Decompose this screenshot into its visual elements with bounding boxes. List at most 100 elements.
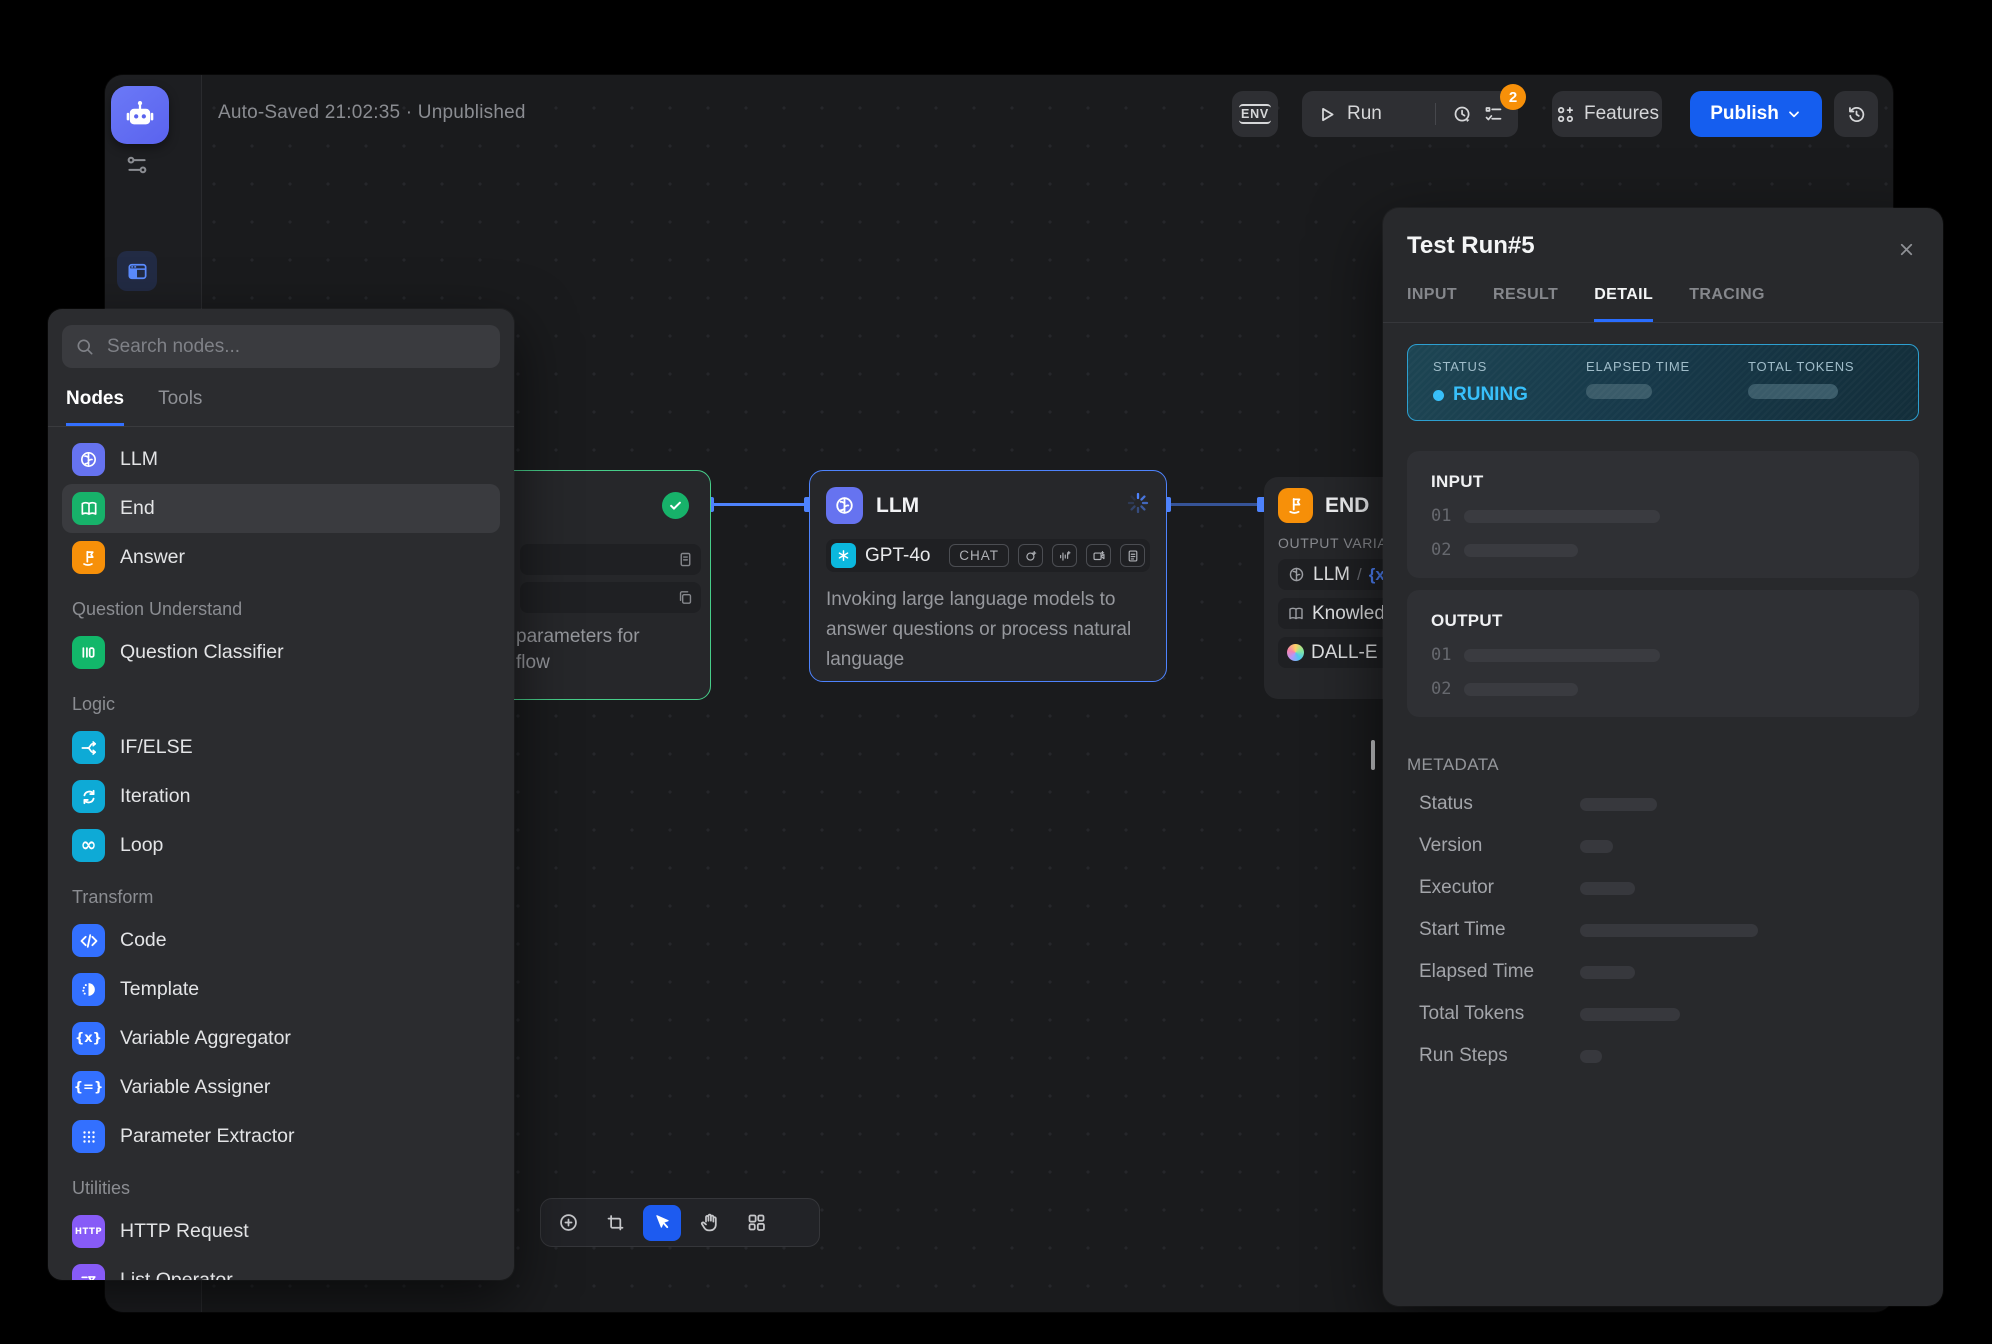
status-value: RUNING — [1453, 384, 1528, 406]
node-item-iteration[interactable]: Iteration — [62, 772, 500, 821]
features-icon — [1555, 104, 1576, 125]
braces-x-icon: {x} — [72, 1022, 105, 1055]
openai-logo-icon — [831, 543, 856, 568]
checklist-icon[interactable] — [1483, 104, 1504, 125]
section-header: Logic — [62, 677, 500, 723]
node-item-parameter-extractor[interactable]: Parameter Extractor — [62, 1112, 500, 1161]
divider — [1435, 103, 1436, 125]
node-item-answer[interactable]: Answer — [62, 533, 500, 582]
hand-mode-button[interactable] — [690, 1205, 728, 1241]
autosave-status: Auto-Saved 21:02:35 · Unpublished — [218, 102, 526, 124]
metadata-title: METADATA — [1407, 755, 1919, 775]
meta-row-status: Status — [1407, 783, 1919, 825]
env-icon: ENV — [1239, 104, 1271, 124]
infinity-icon: ∞ — [72, 829, 105, 862]
node-search-input[interactable] — [105, 335, 487, 359]
close-button[interactable] — [1891, 234, 1921, 264]
tab-nodes[interactable]: Nodes — [66, 388, 124, 426]
input-skeleton — [1464, 544, 1578, 557]
checklist-count-badge: 2 — [1500, 84, 1526, 110]
edge-llm-end — [1167, 503, 1264, 506]
node-item-loop[interactable]: ∞ Loop — [62, 821, 500, 870]
dalle-logo-icon — [1287, 644, 1304, 661]
elapsed-skeleton — [1586, 384, 1652, 399]
tab-tools[interactable]: Tools — [158, 388, 202, 426]
meta-row-version: Version — [1407, 825, 1919, 867]
tab-detail[interactable]: DETAIL — [1594, 286, 1653, 322]
dots-grid-icon — [72, 1120, 105, 1153]
publish-button[interactable]: Publish — [1690, 91, 1822, 137]
document-capability-icon — [1120, 544, 1145, 567]
canvas-toolbar — [540, 1198, 820, 1247]
play-icon — [1316, 104, 1337, 125]
model-name: GPT-4o — [865, 545, 930, 567]
meta-skeleton — [1580, 924, 1758, 937]
node-item-question-classifier[interactable]: Question Classifier — [62, 628, 500, 677]
node-item-if-else[interactable]: IF/ELSE — [62, 723, 500, 772]
node-search[interactable] — [62, 325, 500, 368]
panel-view-icon[interactable] — [117, 251, 157, 291]
add-note-button[interactable] — [596, 1205, 634, 1241]
start-node-field[interactable] — [520, 582, 701, 613]
status-label: STATUS — [1433, 359, 1586, 374]
classifier-icon — [72, 636, 105, 669]
success-check-icon — [662, 492, 689, 519]
node-item-variable-aggregator[interactable]: {x} Variable Aggregator — [62, 1014, 500, 1063]
node-item-list-operator[interactable]: List Operator — [62, 1256, 500, 1280]
meta-skeleton — [1580, 840, 1613, 853]
run-history-icon[interactable] — [1452, 104, 1473, 125]
section-header: Utilities — [62, 1161, 500, 1207]
divider — [48, 426, 514, 427]
node-item-end[interactable]: End — [62, 484, 500, 533]
cycle-icon — [72, 780, 105, 813]
pointer-mode-button[interactable] — [643, 1205, 681, 1241]
template-icon — [72, 973, 105, 1006]
meta-skeleton — [1580, 1050, 1602, 1063]
app-robot-icon[interactable] — [111, 86, 169, 144]
node-item-http-request[interactable]: HTTP HTTP Request — [62, 1207, 500, 1256]
divider — [1383, 322, 1943, 323]
end-node-title: END — [1325, 494, 1369, 518]
input-title: INPUT — [1431, 472, 1895, 492]
output-title: OUTPUT — [1431, 611, 1895, 631]
tokens-skeleton — [1748, 384, 1838, 399]
meta-row-run-steps: Run Steps — [1407, 1035, 1919, 1077]
start-node-description-line2: flow — [516, 652, 550, 674]
start-node-description-line1: parameters for — [516, 626, 640, 648]
start-node-field[interactable] — [520, 544, 701, 575]
tab-input[interactable]: INPUT — [1407, 286, 1457, 322]
node-item-variable-assigner[interactable]: {=} Variable Assigner — [62, 1063, 500, 1112]
organize-layout-button[interactable] — [737, 1205, 775, 1241]
video-capability-icon — [1086, 544, 1111, 567]
meta-skeleton — [1580, 882, 1635, 895]
loading-spinner-icon — [1126, 491, 1150, 515]
workflow-steps-icon[interactable] — [124, 152, 150, 178]
brain-icon — [826, 487, 863, 524]
node-palette-panel: Nodes Tools LLM End Answer Question Unde… — [48, 309, 514, 1280]
add-node-button[interactable] — [549, 1205, 587, 1241]
env-button[interactable]: ENV — [1232, 91, 1278, 137]
tab-result[interactable]: RESULT — [1493, 286, 1558, 322]
version-history-button[interactable] — [1834, 91, 1878, 137]
node-item-template[interactable]: Template — [62, 965, 500, 1014]
close-icon — [1897, 240, 1916, 259]
meta-row-total-tokens: Total Tokens — [1407, 993, 1919, 1035]
test-run-panel: Test Run#5 INPUT RESULT DETAIL TRACING S… — [1383, 208, 1943, 1306]
filter-list-icon — [72, 1264, 105, 1280]
section-header: Transform — [62, 870, 500, 916]
tab-tracing[interactable]: TRACING — [1689, 286, 1765, 322]
meta-row-executor: Executor — [1407, 867, 1919, 909]
run-button[interactable]: Run — [1347, 103, 1382, 125]
meta-skeleton — [1580, 1008, 1680, 1021]
chat-mode-tag: CHAT — [949, 544, 1009, 567]
braces-equals-icon: {=} — [72, 1071, 105, 1104]
search-icon — [75, 337, 95, 357]
llm-node-title: LLM — [876, 494, 919, 518]
total-tokens-label: TOTAL TOKENS — [1748, 359, 1854, 374]
features-button[interactable]: Features — [1552, 91, 1662, 137]
history-icon — [1846, 104, 1867, 125]
node-item-llm[interactable]: LLM — [62, 435, 500, 484]
model-selector[interactable]: GPT-4o CHAT — [826, 539, 1150, 572]
node-item-code[interactable]: Code — [62, 916, 500, 965]
llm-node[interactable]: LLM GPT-4o CHAT — [809, 470, 1167, 682]
